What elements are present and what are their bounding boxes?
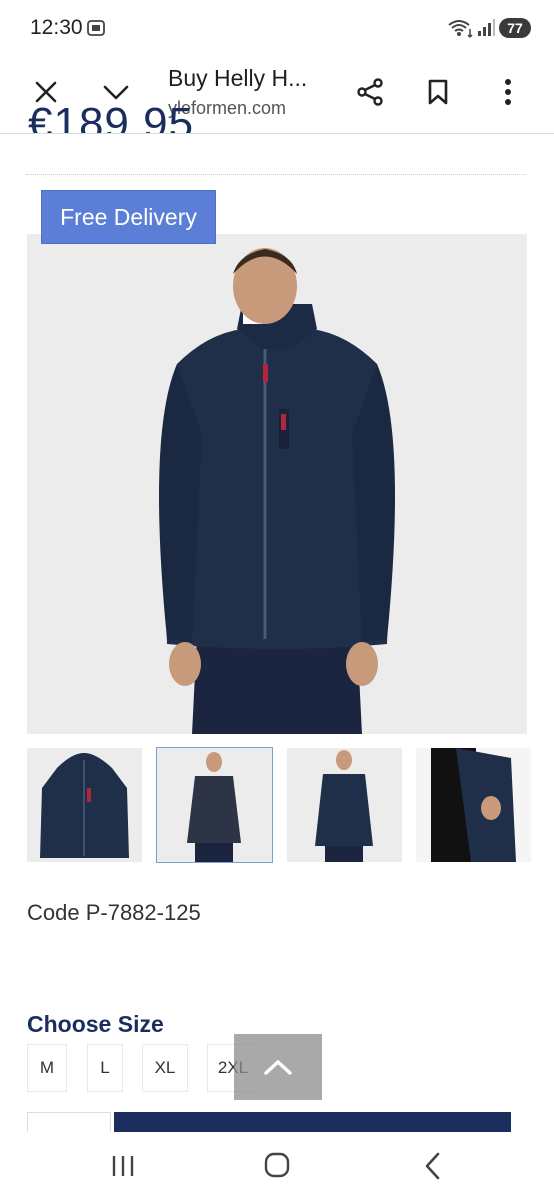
jacket-detail-thumbnail [431,748,516,862]
share-button[interactable] [350,72,390,112]
product-code: Code P-7882-125 [27,900,201,925]
bookmark-button[interactable] [418,72,458,112]
recent-apps-icon [112,1156,134,1176]
model-front-thumbnail [187,752,241,862]
thumbnail-2[interactable] [156,747,273,863]
close-icon [35,81,57,103]
chevron-down-icon [103,85,129,100]
thumbnail-4[interactable] [416,748,531,862]
back-icon [425,1152,440,1180]
size-option-m[interactable]: M [27,1044,67,1092]
size-option-l[interactable]: L [87,1044,123,1092]
model-back-thumbnail [315,750,373,862]
share-icon [357,78,383,106]
bookmark-icon [428,79,448,105]
chevron-up-icon [264,1060,292,1075]
size-option-xl[interactable]: XL [142,1044,188,1092]
battery-indicator: 77 [499,18,531,38]
recent-apps-button[interactable] [104,1148,144,1184]
wifi-icon [448,20,473,39]
status-time: 12:30 [30,16,83,39]
back-button[interactable] [413,1148,453,1184]
thumbnail-3[interactable] [287,748,402,862]
divider [26,174,526,175]
thumbnail-1[interactable] [27,748,142,862]
product-main-image[interactable] [27,234,527,734]
product-price-text: €189.95 [28,103,195,133]
signal-icon [478,19,495,36]
screen-record-icon [87,20,105,36]
product-price: €189.95 [28,103,228,133]
choose-size-heading: Choose Size [27,1011,164,1037]
more-vertical-icon [505,79,511,105]
more-menu-button[interactable] [488,72,528,112]
jacket-front-thumbnail [40,753,129,858]
jacket-model-image [159,248,395,734]
home-button[interactable] [257,1148,297,1184]
home-icon [264,1152,290,1178]
page-title[interactable]: Buy Helly H... [168,65,307,92]
scroll-to-top-button[interactable] [234,1034,322,1100]
free-delivery-badge: Free Delivery [41,190,216,244]
